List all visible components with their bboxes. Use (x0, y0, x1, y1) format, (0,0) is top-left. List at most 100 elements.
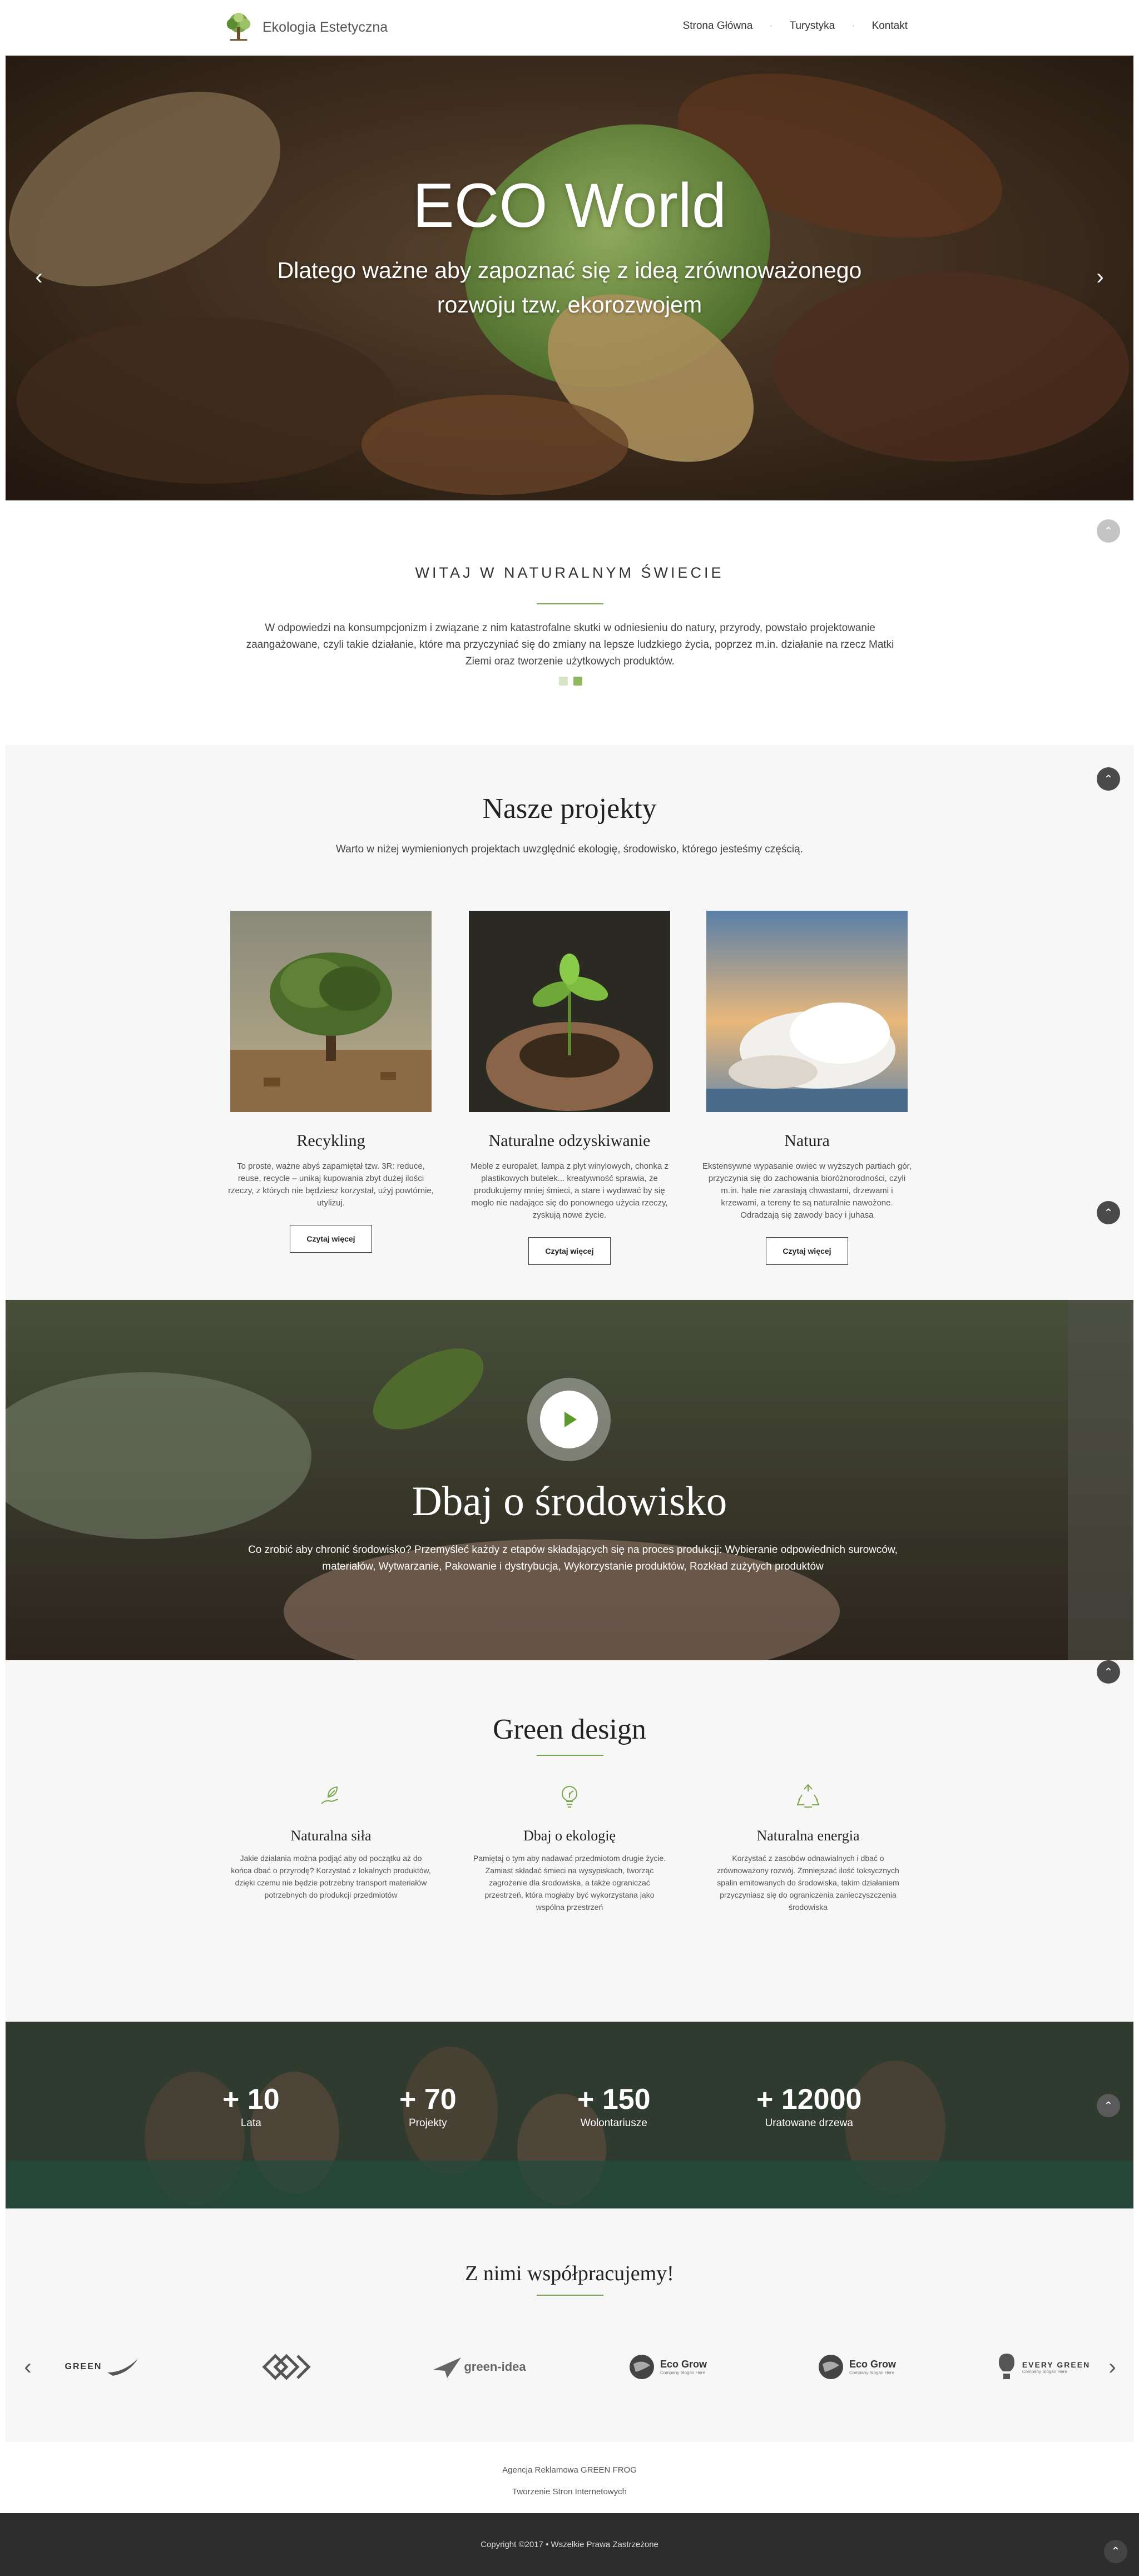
leaf-hand-icon (321, 1786, 339, 1804)
partner-logo[interactable]: Eco Grow Company Slogan Here (617, 2350, 717, 2384)
heading-underline (537, 2295, 603, 2296)
bulb-logo-icon (998, 2354, 1014, 2379)
feature-title: Naturalna energia (756, 1828, 860, 1844)
scroll-up-icon[interactable]: ⌃ (1104, 2540, 1127, 2563)
footer-links: Agencja Reklamowa GREEN FROG Tworzenie S… (0, 2442, 1139, 2513)
partner-logo[interactable]: EVERY GREEN Company Slogan Here (990, 2350, 1096, 2384)
slider-prev-arrow-icon[interactable]: ‹ (28, 266, 50, 288)
stat-value: + 70 (399, 2083, 457, 2116)
hero-subtitle: Dlatego ważne aby zapoznać się z ideą zr… (277, 257, 862, 317)
project-text: Meble z europalet, lampa z płyt winylowy… (470, 1162, 668, 1220)
feature-item: Dbaj o ekologię Pamiętaj o tym aby nadaw… (469, 1783, 670, 1913)
partner-logo[interactable]: Eco Grow Company Slogan Here (806, 2350, 907, 2384)
nav-separator: · (851, 20, 855, 32)
feature-title: Naturalna siła (290, 1828, 372, 1844)
green-design-section: ⌃ Green design Naturalna siła Jakie dzia… (6, 1660, 1133, 2022)
stat-item: + 10 Lata (222, 2083, 280, 2130)
footer-link[interactable]: Tworzenie Stron Internetowych (0, 2487, 1139, 2496)
project-title: Natura (784, 1131, 830, 1150)
nav-separator: · (769, 20, 773, 32)
project-title: Recykling (296, 1131, 365, 1150)
scroll-up-icon[interactable]: ⌃ (1097, 2094, 1120, 2117)
read-more-button[interactable]: Czytaj więcej (528, 1237, 611, 1265)
site-header: Ekologia Estetyczna Strona Główna · Tury… (0, 0, 1139, 56)
stat-item: + 150 Wolontariusze (577, 2083, 651, 2130)
feature-item: Naturalna siła Jakie działania można pod… (231, 1783, 431, 1901)
project-card: Natura Ekstensywne wypasanie owiec w wyż… (696, 911, 918, 1265)
feature-title: Dbaj o ekologię (523, 1828, 616, 1844)
nav-tourism[interactable]: Turystyka (790, 20, 835, 32)
stat-value: + 10 (222, 2083, 280, 2116)
hero-slider: ECO World Dlatego ważne aby zapoznać się… (6, 56, 1133, 500)
stat-label: Wolontariusze (580, 2117, 647, 2129)
page: Ekologia Estetyczna Strona Główna · Tury… (0, 0, 1139, 2576)
nav-contact[interactable]: Kontakt (872, 20, 908, 32)
projects-section: ⌃ Nasze projekty Warto w niżej wymienion… (6, 745, 1133, 1300)
hero-title: ECO World (412, 171, 727, 240)
video-heading: Dbaj o środowisko (412, 1478, 727, 1525)
read-more-button[interactable]: Czytaj więcej (290, 1225, 372, 1253)
partners-heading: Z nimi współpracujemy! (465, 2262, 674, 2285)
footer-link[interactable]: Agencja Reklamowa GREEN FROG (0, 2465, 1139, 2475)
copyright-bar: Copyright ©2017 • Wszelkie Prawa Zastrze… (0, 2513, 1139, 2576)
partner-logo[interactable] (256, 2350, 317, 2384)
projects-heading: Nasze projekty (482, 793, 657, 825)
play-button[interactable] (527, 1378, 611, 1461)
stat-value: + 150 (577, 2083, 651, 2116)
partner-logo-text: GREEN (65, 2362, 102, 2371)
feature-text: Jakie działania można podjąć aby od pocz… (231, 1854, 431, 1899)
wing-logo-icon (107, 2359, 138, 2376)
feature-text: Pamiętaj o tym aby nadawać przedmiotom d… (473, 1854, 666, 1912)
globe-logo-icon (818, 2355, 843, 2379)
main-nav: Strona Główna · Turystyka · Kontakt (683, 20, 908, 32)
copyright-text: Copyright ©2017 • Wszelkie Prawa Zastrze… (481, 2540, 658, 2549)
partners-section: Z nimi współpracujemy! ‹ GREEN green-ide… (6, 2208, 1133, 2442)
globe-logo-icon (629, 2355, 654, 2379)
stats-section: + 10 Lata + 70 Projekty + 150 Wolontariu… (6, 2022, 1133, 2208)
stat-label: Lata (240, 2117, 261, 2129)
partners-next-arrow-icon[interactable]: › (1101, 2356, 1123, 2378)
partner-logo-text: green-idea (464, 2360, 526, 2374)
welcome-text: W odpowiedzi na konsumpcjonizm i związan… (246, 622, 894, 667)
partner-logo-subtext: Company Slogan Here (849, 2370, 894, 2375)
video-section: Dbaj o środowisko Co zrobić aby chronić … (6, 1300, 1133, 1660)
frozen-rock-image (706, 911, 908, 1112)
feature-item: Naturalna energia Korzystać z zasobów od… (708, 1783, 908, 1913)
heading-underline (537, 1755, 603, 1756)
volunteers-background (6, 2022, 1133, 2208)
project-card: Naturalne odzyskiwanie Meble z europalet… (458, 911, 681, 1265)
carousel-dot-active[interactable] (573, 677, 582, 686)
tree-image (230, 911, 432, 1112)
projects-lead: Warto w niżej wymienionych projektach uw… (336, 843, 803, 855)
partner-logo-text: Eco Grow (660, 2359, 707, 2370)
hands-seedling-image (469, 911, 670, 1112)
partner-logo[interactable]: green-idea (417, 2350, 539, 2384)
welcome-section: ⌃ WITAJ W NATURALNYM ŚWIECIE W odpowiedz… (6, 500, 1133, 745)
recycle-icon (796, 1784, 820, 1808)
welcome-heading: WITAJ W NATURALNYM ŚWIECIE (415, 564, 724, 581)
partner-logo-subtext: Company Slogan Here (660, 2370, 705, 2375)
stat-value: + 12000 (756, 2083, 862, 2116)
logo-text: Ekologia Estetyczna (263, 19, 388, 35)
green-heading: Green design (493, 1714, 646, 1745)
paper-plane-icon (433, 2357, 462, 2378)
project-text: Ekstensywne wypasanie owiec w wyższych p… (702, 1162, 912, 1220)
scroll-up-icon[interactable]: ⌃ (1097, 1201, 1120, 1224)
stat-label: Projekty (409, 2117, 447, 2129)
project-card: Recykling To proste, ważne abyś zapamięt… (220, 911, 442, 1253)
partner-logo[interactable]: GREEN (56, 2350, 150, 2384)
geometric-logo-icon (262, 2354, 311, 2380)
nav-home[interactable]: Strona Główna (683, 20, 753, 32)
carousel-dot[interactable] (559, 677, 568, 686)
scroll-up-icon[interactable]: ⌃ (1097, 767, 1120, 791)
partners-prev-arrow-icon[interactable]: ‹ (17, 2356, 39, 2378)
scroll-up-icon[interactable]: ⌃ (1097, 1660, 1120, 1684)
project-text: To proste, ważne abyś zapamiętał tzw. 3R… (228, 1162, 434, 1208)
logo[interactable]: Ekologia Estetyczna (222, 11, 388, 43)
stat-label: Uratowane drzewa (765, 2117, 853, 2129)
slider-next-arrow-icon[interactable]: › (1089, 266, 1111, 288)
play-icon (540, 1391, 598, 1448)
tree-logo-icon (226, 12, 251, 41)
scroll-up-icon[interactable]: ⌃ (1097, 519, 1120, 543)
read-more-button[interactable]: Czytaj więcej (766, 1237, 848, 1265)
